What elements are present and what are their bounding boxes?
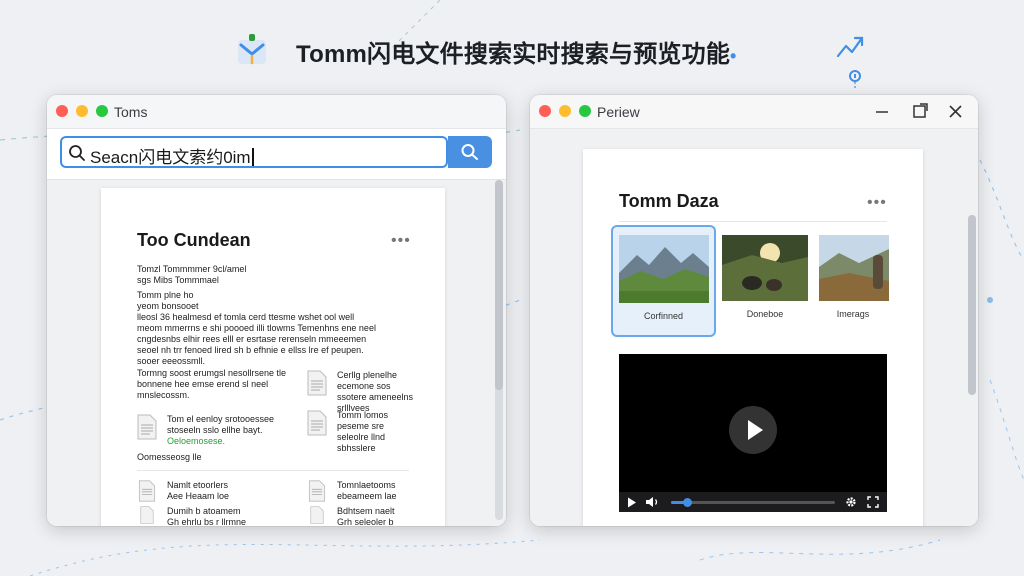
scrollbar-track[interactable]: [968, 215, 976, 395]
file-line: Gh ehrlu bs r llrmne: [167, 517, 247, 526]
video-controls: [619, 492, 887, 512]
search-bar: Seacn闪电文索约0im: [60, 136, 492, 168]
volume-icon[interactable]: [645, 496, 661, 508]
play-button[interactable]: [729, 406, 777, 454]
more-options-button[interactable]: •••: [391, 232, 411, 250]
banner-title: Tomm闪电文件搜索实时搜索与预览功能•: [296, 41, 737, 68]
window-title: Toms: [114, 104, 148, 120]
hiker-valley-image: [819, 235, 889, 301]
file-result[interactable]: Bdhtsem naelt Grh seleoler b: [307, 506, 457, 526]
search-value: Seacn闪电文索约0im: [90, 148, 251, 167]
search-icon: [69, 145, 85, 161]
file-line: Aee Heaam loe: [167, 491, 230, 501]
progress-knob[interactable]: [683, 498, 693, 507]
file-result[interactable]: Cerllg plenelhe ecemone sos ssotere amen…: [307, 370, 457, 413]
more-options-button[interactable]: •••: [867, 194, 887, 212]
file-line-highlight: Oeloemosese.: [167, 436, 226, 446]
section-label: Oomesseosg lle: [137, 452, 202, 462]
window-controls: [876, 103, 962, 118]
titlebar: Periew: [530, 95, 978, 129]
thumbnail[interactable]: Doneboe: [721, 225, 809, 337]
file-result[interactable]: Tomm lomos peseme sre seleolre llnd sbhs…: [307, 410, 457, 453]
file-line: Cerllg plenelhe: [337, 370, 398, 380]
file-line: Grh seleoler b: [337, 517, 394, 526]
file-line: stoseeln sslo ellhe bayt.: [167, 425, 263, 435]
titlebar: Toms: [47, 95, 506, 129]
mail-download-icon: [238, 34, 266, 65]
video-player[interactable]: [619, 354, 887, 512]
file-line: Dumih b atoamem: [167, 506, 241, 516]
fullscreen-icon[interactable]: [867, 496, 879, 508]
file-line: seleolre llnd: [337, 432, 386, 442]
settings-icon[interactable]: [845, 496, 857, 508]
document-icon: [138, 480, 156, 502]
zoom-window-button[interactable]: [579, 105, 591, 117]
close-icon[interactable]: [949, 105, 962, 118]
search-input[interactable]: Seacn闪电文索约0im: [60, 136, 448, 168]
thumbnail-selected[interactable]: Corfinned: [611, 225, 716, 337]
thumbnail-label: Doneboe: [746, 309, 784, 319]
thumbnail-label: Imerags: [836, 309, 870, 319]
preview-window: Periew Tomm Daza ••• Corfinned Doneboe I…: [530, 95, 978, 526]
scrollbar-track[interactable]: [495, 180, 503, 520]
doc-paragraph: Tomzl Tommmmer 9cl/amel sgs Mibs Tommmae…: [137, 264, 247, 285]
hikers-resting-image: [722, 235, 808, 301]
document-title: Too Cundean: [137, 230, 251, 250]
close-window-button[interactable]: [56, 105, 68, 117]
thumbnail[interactable]: Imerags: [817, 225, 889, 337]
progress-bar[interactable]: [671, 498, 835, 507]
file-line: peseme sre: [337, 421, 385, 431]
text-caret: [251, 148, 254, 166]
divider: [137, 470, 409, 471]
search-button[interactable]: [448, 136, 492, 168]
growth-chart-icon: [836, 36, 864, 90]
preview-card: Tomm Daza ••• Corfinned Doneboe Imerags: [583, 149, 923, 526]
play-icon: [748, 420, 763, 440]
document-icon: [137, 414, 157, 440]
search-icon: [461, 144, 478, 160]
minimize-window-button[interactable]: [559, 105, 571, 117]
banner: Tomm闪电文件搜索实时搜索与预览功能•: [0, 26, 1024, 74]
file-result[interactable]: Tom el eenloy srotooessee stoseeln sslo …: [137, 414, 307, 450]
thumbnail-label: Corfinned: [643, 311, 684, 321]
minimize-window-button[interactable]: [76, 105, 88, 117]
zoom-window-button[interactable]: [96, 105, 108, 117]
mountain-landscape-image: [619, 235, 709, 303]
results-pane: Too Cundean ••• Tomzl Tommmmer 9cl/amel …: [47, 179, 506, 526]
document-icon: [308, 480, 326, 502]
document-icon: [140, 506, 154, 524]
file-line: Bdhtsem naelt: [337, 506, 395, 516]
search-window: Toms Seacn闪电文索约0im Too Cundean ••• Tomzl…: [47, 95, 506, 526]
card-title: Tomm Daza: [619, 191, 719, 211]
file-line: Tomnlaetooms: [337, 480, 396, 490]
document-icon: [310, 506, 324, 524]
file-line: Namlt etoorlers: [167, 480, 229, 490]
preview-pane: Tomm Daza ••• Corfinned Doneboe Imerags: [530, 129, 978, 526]
file-result[interactable]: Dumih b atoamem Gh ehrlu bs r llrmne: [137, 506, 287, 526]
file-line: ssotere ameneelns: [337, 392, 414, 402]
close-window-button[interactable]: [539, 105, 551, 117]
document-icon: [307, 370, 327, 396]
file-line: Tomm lomos: [337, 410, 389, 420]
doc-paragraph: Tomm plne ho yeom bonsooet lleosl 36 hea…: [137, 290, 376, 366]
play-icon[interactable]: [627, 497, 637, 508]
document-icon: [307, 410, 327, 436]
scrollbar-thumb[interactable]: [495, 180, 503, 390]
divider: [619, 221, 887, 222]
scrollbar-thumb[interactable]: [968, 215, 976, 395]
file-line: ebeameem lae: [337, 491, 397, 501]
window-title: Periew: [597, 104, 640, 120]
doc-paragraph: Tormng soost erumgsl nesollrsene tle bon…: [137, 368, 287, 400]
document-preview: Too Cundean ••• Tomzl Tommmmer 9cl/amel …: [101, 188, 445, 526]
file-line: ecemone sos: [337, 381, 391, 391]
maximize-icon[interactable]: [913, 103, 928, 118]
file-line: Tom el eenloy srotooessee: [167, 414, 275, 424]
